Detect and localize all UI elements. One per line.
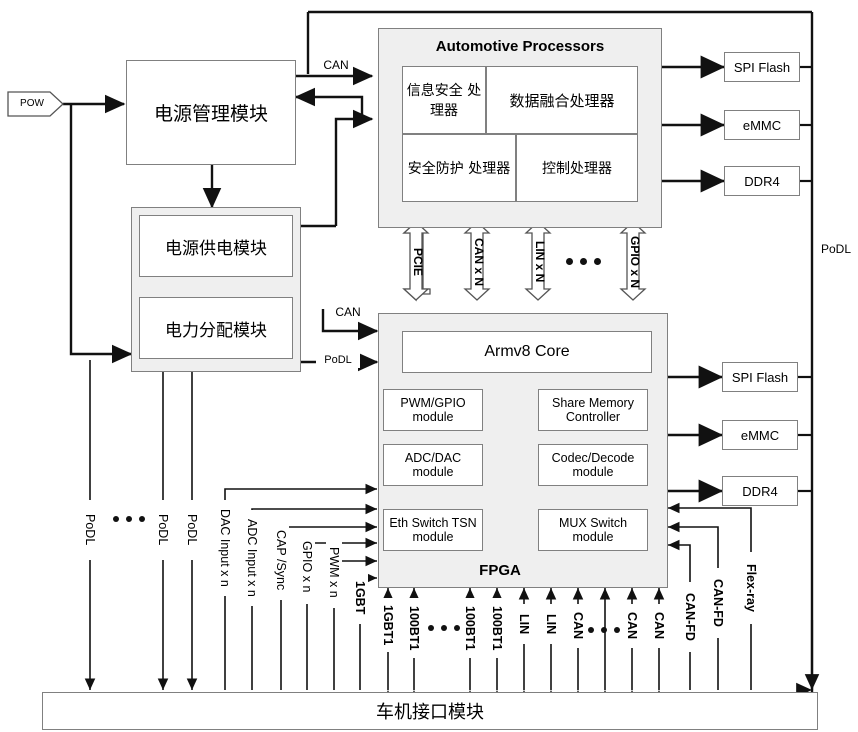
signal-label-can-fd-2: CAN-FD (710, 568, 726, 638)
bt1-ellipsis (428, 625, 460, 631)
podl-ellipsis (113, 516, 145, 522)
processor-block-datafusion: 数据融合处理器 (486, 66, 638, 134)
bus-arrow-ellipsis (566, 258, 601, 265)
power-supply-module: 电源供电模块 (139, 215, 293, 277)
fpga-title: FPGA (479, 562, 521, 580)
fpga-module-share-memory: Share Memory Controller (538, 389, 648, 431)
fpga-module-label-adc-dac: ADC/DAC module (404, 451, 462, 479)
signal-label-adc-input: ADC Input x n (244, 510, 260, 606)
signal-label-podl-2: PoDL (155, 500, 171, 560)
memory-label-emmc-bottom: eMMC (740, 427, 780, 443)
fpga-module-adc-dac: ADC/DAC module (383, 444, 483, 486)
bus-arrow-label-pcie: PCIE (410, 247, 425, 276)
processor-block-safety: 安全防护 处理器 (402, 134, 516, 202)
memory-label-spi-flash-bottom: SPI Flash (731, 369, 789, 385)
power-management-module: 电源管理模块 (126, 60, 296, 165)
link-label-podl-right: PoDL (820, 242, 852, 257)
processor-label-datafusion: 数据融合处理器 (509, 91, 615, 110)
processor-block-control: 控制处理器 (516, 134, 638, 202)
power-management-label: 电源管理模块 (153, 103, 268, 125)
signal-label-podl-3: PoDL (184, 500, 200, 560)
bus-arrow-shapes (402, 220, 647, 302)
signal-label-100bt1-3: 100BT1 (489, 598, 505, 658)
link-label-podl-fpga: PoDL (316, 352, 360, 368)
link-label-can-fpga: CAN (335, 305, 361, 320)
signal-label-dac-input: DAC Input x n (217, 500, 233, 596)
vehicle-interface-label: 车机接口模块 (376, 702, 484, 723)
block-diagram-canvas: POW 电源管理模块 电源供电模块 电力分配模块 Automotive Proc… (0, 0, 858, 732)
fpga-module-label-mux-switch: MUX Switch module (558, 516, 628, 544)
signal-label-podl-1: PoDL (82, 500, 98, 560)
fpga-armv8-core: Armv8 Core (402, 331, 652, 373)
signal-label-1gbt1: 1GBT1 (380, 598, 396, 652)
memory-label-emmc-top: eMMC (742, 117, 782, 133)
bus-arrow-label-lin: LIN x N (532, 241, 547, 283)
processor-label-infosec: 信息安全 处理器 (406, 83, 482, 119)
processor-label-control: 控制处理器 (542, 161, 612, 177)
signal-label-can-2: CAN (624, 604, 640, 648)
signal-label-can-fd-1: CAN-FD (682, 582, 698, 652)
memory-emmc-bottom: eMMC (722, 420, 798, 450)
can-ellipsis (588, 627, 620, 633)
bus-arrow-label-gpio: GPIO x N (627, 235, 642, 288)
fpga-module-codec: Codec/Decode module (538, 444, 648, 486)
memory-spi-flash-top: SPI Flash (724, 52, 800, 82)
processor-block-infosec: 信息安全 处理器 (402, 66, 486, 134)
memory-ddr4-bottom: DDR4 (722, 476, 798, 506)
fpga-module-label-eth-switch: Eth Switch TSN module (389, 516, 477, 544)
fpga-module-label-codec: Codec/Decode module (551, 451, 635, 479)
memory-label-spi-flash-top: SPI Flash (733, 59, 791, 75)
signal-label-100bt1-2: 100BT1 (462, 598, 478, 658)
fpga-module-label-share-memory: Share Memory Controller (552, 396, 634, 424)
memory-label-ddr4-top: DDR4 (744, 173, 780, 189)
fpga-core-label: Armv8 Core (484, 343, 570, 360)
power-source-label: POW (20, 98, 44, 110)
signal-label-can-1: CAN (570, 604, 586, 648)
signal-label-gpio-xn: GPIO x n (299, 530, 315, 604)
signal-label-can-3: CAN (651, 604, 667, 648)
power-distribution-label: 电力分配模块 (165, 320, 267, 341)
signal-label-flex-ray: Flex-ray (743, 552, 759, 624)
memory-ddr4-top: DDR4 (724, 166, 800, 196)
signal-label-lin-1: LIN (516, 604, 532, 644)
signal-label-lin-2: LIN (543, 604, 559, 644)
memory-spi-flash-bottom: SPI Flash (722, 362, 798, 392)
memory-label-ddr4-bottom: DDR4 (742, 483, 778, 499)
fpga-module-label-pwm-gpio: PWM/GPIO module (400, 396, 466, 424)
fpga-module-eth-switch: Eth Switch TSN module (383, 509, 483, 551)
link-label-can-top: CAN (323, 58, 349, 73)
signal-label-cap-sync: CAP /Sync (273, 520, 289, 600)
power-distribution-module: 电力分配模块 (139, 297, 293, 359)
signal-label-pwm-xn: PWM x n (326, 536, 342, 608)
fpga-module-pwm-gpio: PWM/GPIO module (383, 389, 483, 431)
memory-emmc-top: eMMC (724, 110, 800, 140)
vehicle-interface-module: 车机接口模块 (42, 692, 818, 730)
automotive-processors-title: Automotive Processors (435, 38, 605, 56)
signal-label-1gbt: 1GBT (352, 572, 368, 624)
bus-arrow-label-can: CAN x N (471, 237, 486, 286)
power-supply-label: 电源供电模块 (165, 238, 267, 259)
processor-label-safety: 安全防护 处理器 (407, 161, 511, 177)
signal-label-100bt1-1: 100BT1 (406, 598, 422, 658)
fpga-module-mux-switch: MUX Switch module (538, 509, 648, 551)
